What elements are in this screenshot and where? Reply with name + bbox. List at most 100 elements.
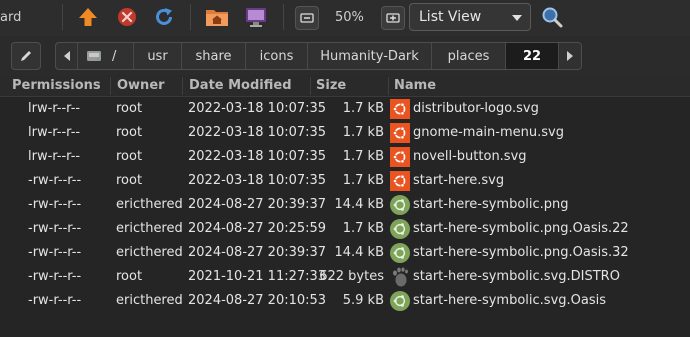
ubuntu-logo-icon <box>390 99 410 119</box>
file-name: start-here-symbolic.png.Oasis.22 <box>413 221 629 236</box>
file-name: distributor-logo.svg <box>413 101 539 116</box>
column-header-date-modified[interactable]: Date Modified <box>189 78 292 93</box>
file-owner: ericthered <box>116 245 183 260</box>
file-row[interactable]: lrw-r--r-- root 2022-03-18 10:07:35 1.7 kB … <box>0 145 690 169</box>
column-divider[interactable] <box>388 77 389 95</box>
stop-icon <box>118 8 136 26</box>
breadcrumb-share[interactable]: share <box>182 43 246 69</box>
search-icon <box>542 7 563 28</box>
column-header-name[interactable]: Name <box>394 78 436 93</box>
breadcrumb-places[interactable]: places <box>432 43 506 69</box>
file-name: start-here-symbolic.svg.Oasis <box>413 293 607 308</box>
file-row[interactable]: -rw-r--r-- ericthered 2024-08-27 20:10:53 5… <box>0 289 690 313</box>
file-owner: root <box>116 101 143 116</box>
up-arrow-icon <box>79 8 97 26</box>
column-divider[interactable] <box>110 77 111 95</box>
computer-button[interactable] <box>242 4 270 30</box>
chevron-down-icon <box>512 15 522 21</box>
breadcrumb-root-label: / <box>112 48 117 64</box>
toggle-location-entry-button[interactable] <box>11 42 41 70</box>
file-date-modified: 2024-08-27 20:39:37 <box>188 197 327 212</box>
zoom-level: 50% <box>335 10 364 25</box>
column-divider[interactable] <box>310 77 311 95</box>
drive-icon <box>87 51 101 61</box>
file-size: 14.4 kB <box>334 245 384 260</box>
toolbar-separator <box>62 4 63 30</box>
file-size: 1.7 kB <box>342 101 384 116</box>
zoom-out-button[interactable] <box>295 6 319 30</box>
up-button[interactable] <box>74 4 102 30</box>
search-button[interactable] <box>538 4 566 30</box>
file-row[interactable]: lrw-r--r-- root 2022-03-18 10:07:35 1.7 kB … <box>0 97 690 121</box>
file-row[interactable]: -rw-r--r-- ericthered 2024-08-27 20:25:59 1… <box>0 217 690 241</box>
ubuntu-logo-icon <box>390 147 410 167</box>
breadcrumb-label: places <box>447 48 490 64</box>
file-permissions: lrw-r--r-- <box>28 125 81 140</box>
view-mode-select[interactable]: List View <box>409 3 531 31</box>
column-divider[interactable] <box>182 77 183 95</box>
breadcrumb-humanity-dark[interactable]: Humanity-Dark <box>308 43 432 69</box>
file-permissions: -rw-r--r-- <box>28 221 82 236</box>
file-row[interactable]: -rw-r--r-- ericthered 2024-08-27 20:39:37 1… <box>0 241 690 265</box>
reload-button[interactable] <box>150 4 178 30</box>
file-name: start-here.svg <box>413 173 505 188</box>
toolbar-separator <box>190 4 191 30</box>
file-date-modified: 2024-08-27 20:25:59 <box>188 221 327 236</box>
toolbar: ard 50% List View <box>0 0 690 36</box>
file-name: start-here-symbolic.svg.DISTRO <box>413 269 620 284</box>
location-bar: / usr share icons Humanity-Dark places 2… <box>0 38 690 73</box>
breadcrumb-22[interactable]: 22 <box>506 43 559 69</box>
breadcrumb-label: share <box>195 48 232 64</box>
reload-icon <box>156 8 172 25</box>
symbolic-logo-icon <box>390 219 410 239</box>
breadcrumb-usr[interactable]: usr <box>134 43 182 69</box>
symbolic-logo-icon <box>390 195 410 215</box>
zoom-in-button[interactable] <box>381 6 405 30</box>
file-permissions: -rw-r--r-- <box>28 293 82 308</box>
computer-icon <box>246 8 266 27</box>
file-owner: ericthered <box>116 293 183 308</box>
file-size: 5.9 kB <box>342 293 384 308</box>
file-date-modified: 2024-08-27 20:39:37 <box>188 245 327 260</box>
file-date-modified: 2022-03-18 10:07:35 <box>188 173 327 188</box>
chevron-right-icon <box>567 51 573 61</box>
file-permissions: -rw-r--r-- <box>28 197 82 212</box>
breadcrumb-root[interactable]: / <box>78 43 134 69</box>
stop-button[interactable] <box>113 4 141 30</box>
file-row[interactable]: -rw-r--r-- root 2021-10-21 11:27:33 622 byt… <box>0 265 690 289</box>
ubuntu-logo-icon <box>390 123 410 143</box>
column-header-permissions[interactable]: Permissions <box>12 78 101 93</box>
file-date-modified: 2024-08-27 20:10:53 <box>188 293 327 308</box>
file-owner: ericthered <box>116 221 183 236</box>
file-row[interactable]: -rw-r--r-- ericthered 2024-08-27 20:39:37 1… <box>0 193 690 217</box>
column-header-size[interactable]: Size <box>316 78 346 93</box>
column-header-row: Permissions Owner Date Modified Size Nam… <box>0 75 690 97</box>
file-row[interactable]: lrw-r--r-- root 2022-03-18 10:07:35 1.7 kB … <box>0 121 690 145</box>
file-row[interactable]: -rw-r--r-- root 2022-03-18 10:07:35 1.7 kB … <box>0 169 690 193</box>
file-size: 14.4 kB <box>334 197 384 212</box>
breadcrumb-scroll-right-button[interactable] <box>559 43 581 69</box>
symbolic-logo-icon <box>390 243 410 263</box>
view-mode-label: List View <box>419 9 482 25</box>
file-date-modified: 2022-03-18 10:07:35 <box>188 101 327 116</box>
breadcrumb-label: icons <box>259 48 294 64</box>
column-header-owner[interactable]: Owner <box>117 78 165 93</box>
toolbar-partial-label: ard <box>0 10 22 25</box>
breadcrumb-scroll-left-button[interactable] <box>56 43 78 69</box>
file-permissions: -rw-r--r-- <box>28 173 82 188</box>
gnome-foot-icon <box>390 267 410 287</box>
zoom-in-icon <box>386 13 400 23</box>
file-list: Permissions Owner Date Modified Size Nam… <box>0 75 690 337</box>
home-button[interactable] <box>203 4 231 30</box>
symbolic-logo-icon <box>390 291 410 311</box>
ubuntu-logo-icon <box>390 171 410 191</box>
file-permissions: -rw-r--r-- <box>28 269 82 284</box>
file-name: start-here-symbolic.png <box>413 197 569 212</box>
file-owner: root <box>116 173 143 188</box>
zoom-out-icon <box>300 13 314 23</box>
breadcrumb-icons[interactable]: icons <box>246 43 308 69</box>
file-owner: root <box>116 149 143 164</box>
pencil-icon <box>21 51 31 61</box>
file-size: 1.7 kB <box>342 125 384 140</box>
toolbar-separator <box>283 4 284 30</box>
